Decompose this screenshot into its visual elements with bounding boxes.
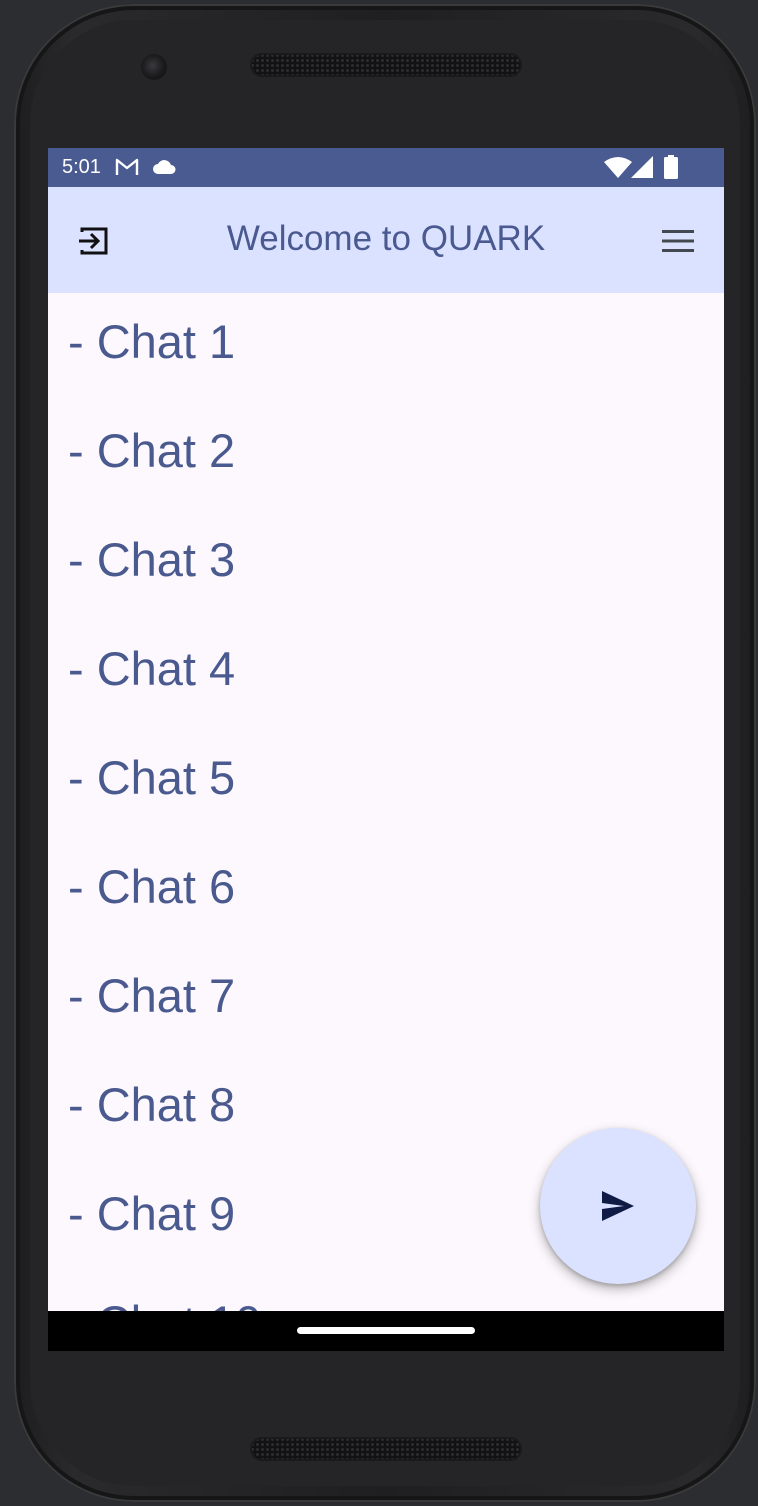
chat-item-2[interactable]: - Chat 2	[68, 411, 235, 491]
chat-item-9[interactable]: - Chat 9	[68, 1174, 235, 1254]
chat-item-4[interactable]: - Chat 4	[68, 629, 235, 709]
device-screen: 5:01 Welcome to QUARK - Chat 1 - Chat 2 …	[48, 148, 724, 1351]
chat-item-1[interactable]: - Chat 1	[68, 302, 235, 382]
cloud-icon	[152, 159, 176, 179]
send-fab-button[interactable]	[540, 1128, 696, 1284]
chat-item-7[interactable]: - Chat 7	[68, 956, 235, 1036]
home-gesture-handle[interactable]	[297, 1327, 475, 1334]
gmail-icon	[115, 157, 139, 181]
status-bar: 5:01	[48, 148, 724, 187]
send-icon	[602, 1191, 634, 1221]
app-title: Welcome to QUARK	[226, 219, 546, 258]
menu-button[interactable]	[660, 223, 696, 259]
chat-item-5[interactable]: - Chat 5	[68, 738, 235, 818]
front-camera	[141, 54, 167, 80]
menu-icon	[662, 230, 694, 252]
bottom-speaker	[250, 1437, 522, 1461]
signal-icon	[631, 156, 653, 182]
system-nav-bar	[48, 1311, 724, 1351]
chat-item-3[interactable]: - Chat 3	[68, 520, 235, 600]
chat-item-6[interactable]: - Chat 6	[68, 847, 235, 927]
earpiece-speaker	[250, 53, 522, 77]
app-bar: Welcome to QUARK	[48, 187, 724, 293]
wifi-icon	[604, 156, 632, 182]
status-time: 5:01	[62, 156, 101, 178]
chat-item-10[interactable]: - Chat 10	[68, 1283, 261, 1311]
battery-icon	[664, 155, 678, 183]
chat-item-8[interactable]: - Chat 8	[68, 1065, 235, 1145]
